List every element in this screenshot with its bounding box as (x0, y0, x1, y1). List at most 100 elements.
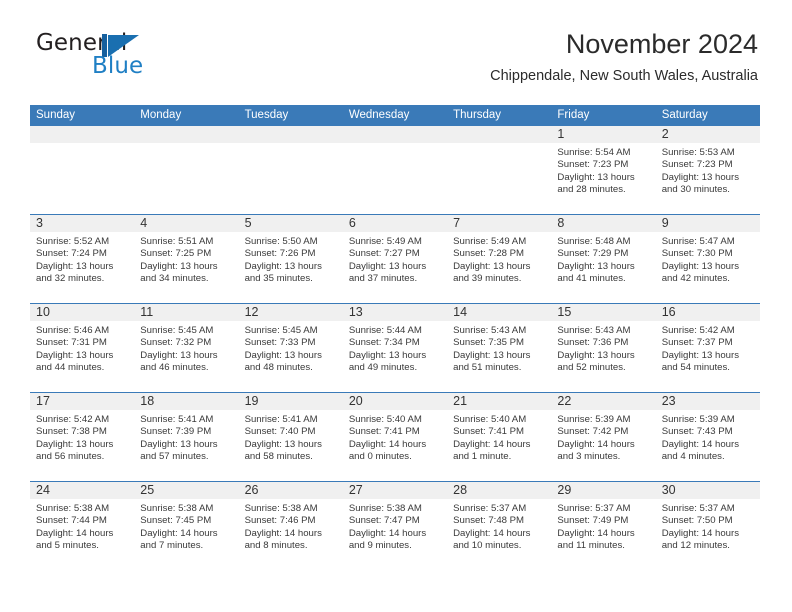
calendar-day-cell[interactable]: 26 Sunrise: 5:38 AM Sunset: 7:46 PM Dayligh… (238, 482, 343, 569)
calendar-day-cell[interactable]: 19 Sunrise: 5:41 AM Sunset: 7:40 PM Dayligh… (238, 393, 343, 481)
calendar-day-cell[interactable]: 27 Sunrise: 5:38 AM Sunset: 7:47 PM Dayligh… (342, 482, 448, 569)
day-sun-info: Sunrise: 5:37 AM Sunset: 7:48 PM Daylight:… (447, 499, 551, 553)
sunset-time: Sunset: 7:37 PM (661, 337, 733, 349)
daylight-duration-line1: Daylight: 13 hours (557, 260, 635, 272)
sunrise-time: Sunrise: 5:49 AM (348, 236, 422, 247)
daylight-duration-line1: Daylight: 14 hours (453, 527, 531, 539)
day-number: 20 (348, 394, 363, 408)
day-sun-info: Sunrise: 5:39 AM Sunset: 7:43 PM Daylight:… (656, 410, 760, 464)
day-number: 8 (557, 216, 565, 230)
day-sun-info: Sunrise: 5:42 AM Sunset: 7:38 PM Daylight:… (30, 410, 134, 464)
calendar-day-cell[interactable]: 11 Sunrise: 5:45 AM Sunset: 7:32 PM Dayligh… (134, 304, 239, 392)
daylight-duration-line1: Daylight: 13 hours (36, 438, 114, 450)
calendar-day-cell[interactable]: 4 Sunrise: 5:51 AM Sunset: 7:25 PM Daylight… (134, 215, 239, 303)
calendar-day-cell[interactable]: 12 Sunrise: 5:45 AM Sunset: 7:33 PM Dayligh… (238, 304, 343, 392)
daylight-duration-line2: and 48 minutes. (244, 362, 313, 374)
calendar-day-cell[interactable]: 16 Sunrise: 5:42 AM Sunset: 7:37 PM Dayligh… (655, 304, 760, 392)
daylight-duration-line1: Daylight: 13 hours (661, 349, 740, 361)
day-sun-info: Sunrise: 5:45 AM Sunset: 7:32 PM Daylight:… (134, 321, 238, 375)
daylight-duration-line1: Daylight: 14 hours (348, 527, 427, 539)
calendar-day-cell[interactable]: 13 Sunrise: 5:44 AM Sunset: 7:34 PM Dayligh… (342, 304, 448, 392)
daylight-duration-line2: and 9 minutes. (348, 540, 412, 552)
day-number: 17 (36, 394, 50, 408)
day-sun-info: Sunrise: 5:43 AM Sunset: 7:36 PM Daylight:… (551, 321, 655, 375)
calendar-day-cell[interactable]: 20 Sunrise: 5:40 AM Sunset: 7:41 PM Dayligh… (342, 393, 448, 481)
calendar-day-cell[interactable]: 9 Sunrise: 5:47 AM Sunset: 7:30 PM Daylight… (655, 215, 760, 303)
sunset-time: Sunset: 7:24 PM (36, 248, 107, 260)
sunrise-time: Sunrise: 5:38 AM (244, 503, 318, 514)
day-number: 29 (557, 483, 572, 497)
sunrise-time: Sunrise: 5:54 AM (557, 147, 631, 158)
daylight-duration-line1: Daylight: 14 hours (453, 438, 531, 450)
day-number: 12 (244, 305, 259, 319)
sunrise-time: Sunrise: 5:46 AM (36, 325, 110, 336)
day-number-strip (447, 126, 552, 143)
day-sun-info: Sunrise: 5:37 AM Sunset: 7:50 PM Daylight:… (656, 499, 760, 553)
calendar-day-cell-empty (134, 126, 239, 214)
calendar-day-cell[interactable]: 1 Sunrise: 5:54 AM Sunset: 7:23 PM Daylight… (551, 126, 656, 214)
day-number-strip (342, 126, 448, 143)
calendar-day-cell[interactable]: 6 Sunrise: 5:49 AM Sunset: 7:27 PM Daylight… (342, 215, 448, 303)
calendar-day-cell[interactable]: 2 Sunrise: 5:53 AM Sunset: 7:23 PM Daylight… (655, 126, 760, 214)
day-sun-info: Sunrise: 5:47 AM Sunset: 7:30 PM Daylight:… (656, 232, 760, 286)
daylight-duration-line2: and 54 minutes. (661, 362, 730, 374)
day-sun-info: Sunrise: 5:39 AM Sunset: 7:42 PM Daylight:… (551, 410, 655, 464)
day-number-strip (551, 215, 656, 232)
sunrise-time: Sunrise: 5:37 AM (557, 503, 631, 514)
day-number: 6 (348, 216, 356, 230)
calendar-day-cell[interactable]: 7 Sunrise: 5:49 AM Sunset: 7:28 PM Daylight… (447, 215, 552, 303)
day-number: 11 (140, 305, 154, 319)
day-number: 9 (661, 216, 669, 230)
day-sun-info: Sunrise: 5:44 AM Sunset: 7:34 PM Daylight:… (343, 321, 447, 375)
daylight-duration-line2: and 12 minutes. (661, 540, 730, 552)
day-sun-info: Sunrise: 5:50 AM Sunset: 7:26 PM Daylight:… (239, 232, 343, 286)
day-number-strip (134, 126, 239, 143)
daylight-duration-line2: and 7 minutes. (140, 540, 204, 552)
sunrise-time: Sunrise: 5:42 AM (36, 414, 110, 425)
sunset-time: Sunset: 7:33 PM (244, 337, 316, 349)
sunset-time: Sunset: 7:27 PM (348, 248, 420, 260)
calendar-day-cell[interactable]: 21 Sunrise: 5:40 AM Sunset: 7:41 PM Dayligh… (447, 393, 552, 481)
day-number: 30 (661, 483, 676, 497)
daylight-duration-line1: Daylight: 13 hours (348, 260, 427, 272)
day-number: 3 (36, 216, 43, 230)
calendar-day-cell[interactable]: 18 Sunrise: 5:41 AM Sunset: 7:39 PM Dayligh… (134, 393, 239, 481)
brand-name-blue: Blue (92, 53, 144, 79)
calendar-day-cell[interactable]: 15 Sunrise: 5:43 AM Sunset: 7:36 PM Dayligh… (551, 304, 656, 392)
daylight-duration-line2: and 41 minutes. (557, 273, 626, 285)
daylight-duration-line2: and 30 minutes. (661, 184, 730, 196)
calendar-day-cell[interactable]: 22 Sunrise: 5:39 AM Sunset: 7:42 PM Dayligh… (551, 393, 656, 481)
sunrise-time: Sunrise: 5:37 AM (453, 503, 527, 514)
calendar-day-cell[interactable]: 3 Sunrise: 5:52 AM Sunset: 7:24 PM Daylight… (30, 215, 135, 303)
sunset-time: Sunset: 7:50 PM (661, 515, 733, 527)
day-number-strip (655, 215, 760, 232)
sunrise-time: Sunrise: 5:38 AM (36, 503, 110, 514)
day-sun-info: Sunrise: 5:37 AM Sunset: 7:49 PM Daylight:… (551, 499, 655, 553)
calendar-day-cell[interactable]: 10 Sunrise: 5:46 AM Sunset: 7:31 PM Dayligh… (30, 304, 135, 392)
sunrise-time: Sunrise: 5:48 AM (557, 236, 631, 247)
sunset-time: Sunset: 7:41 PM (453, 426, 525, 438)
calendar-day-cell[interactable]: 23 Sunrise: 5:39 AM Sunset: 7:43 PM Dayligh… (655, 393, 760, 481)
sunrise-time: Sunrise: 5:52 AM (36, 236, 110, 247)
calendar-day-cell[interactable]: 28 Sunrise: 5:37 AM Sunset: 7:48 PM Dayligh… (447, 482, 552, 569)
brand-logo[interactable]: General Blue (34, 28, 264, 86)
daylight-duration-line2: and 11 minutes. (557, 540, 625, 552)
daylight-duration-line2: and 0 minutes. (348, 451, 412, 463)
calendar-day-cell[interactable]: 29 Sunrise: 5:37 AM Sunset: 7:49 PM Dayligh… (551, 482, 656, 569)
page-subtitle: Chippendale, New South Wales, Australia (490, 68, 758, 84)
daylight-duration-line1: Daylight: 13 hours (140, 260, 218, 272)
sunset-time: Sunset: 7:26 PM (244, 248, 316, 260)
day-number: 16 (661, 305, 676, 319)
day-number: 15 (557, 305, 572, 319)
calendar-day-cell[interactable]: 17 Sunrise: 5:42 AM Sunset: 7:38 PM Dayligh… (30, 393, 135, 481)
day-number: 7 (453, 216, 461, 230)
sunset-time: Sunset: 7:25 PM (140, 248, 212, 260)
calendar-day-cell[interactable]: 14 Sunrise: 5:43 AM Sunset: 7:35 PM Dayligh… (447, 304, 552, 392)
calendar-day-cell[interactable]: 5 Sunrise: 5:50 AM Sunset: 7:26 PM Daylight… (238, 215, 343, 303)
calendar-day-cell[interactable]: 30 Sunrise: 5:37 AM Sunset: 7:50 PM Dayligh… (655, 482, 760, 569)
calendar-day-cell[interactable]: 8 Sunrise: 5:48 AM Sunset: 7:29 PM Daylight… (551, 215, 656, 303)
calendar-day-cell[interactable]: 25 Sunrise: 5:38 AM Sunset: 7:45 PM Dayligh… (134, 482, 239, 569)
day-sun-info: Sunrise: 5:38 AM Sunset: 7:47 PM Daylight:… (343, 499, 447, 553)
week-row: 1 Sunrise: 5:54 AM Sunset: 7:23 PM Daylight… (30, 125, 760, 214)
calendar-day-cell[interactable]: 24 Sunrise: 5:38 AM Sunset: 7:44 PM Dayligh… (30, 482, 135, 569)
